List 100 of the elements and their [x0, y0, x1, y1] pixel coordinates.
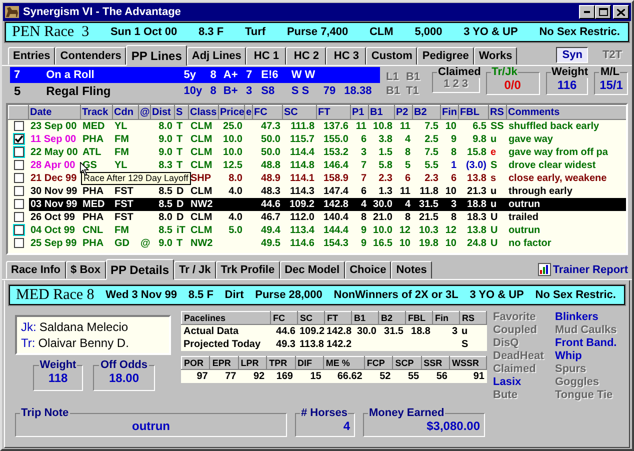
post-number: 5 — [13, 84, 22, 98]
row-checkbox[interactable] — [14, 186, 24, 196]
horse-row[interactable]: 5 Regal Fling 10y 8 B+ 3 S8 S S 79 18.38 — [10, 83, 380, 99]
tab[interactable]: Choice — [344, 261, 392, 279]
column-header[interactable]: B1 — [368, 106, 394, 120]
table-cell: 21 Dec 99 — [30, 173, 77, 184]
column-header[interactable]: @ — [138, 106, 150, 120]
table-cell: 6 — [360, 186, 366, 197]
race-info: CLM — [369, 26, 394, 38]
table-cell: 4 — [360, 199, 366, 210]
table-cell: U — [490, 225, 498, 236]
table-cell: 113.4 — [290, 225, 314, 236]
table-cell: 10 — [445, 186, 456, 197]
table-cell: T — [176, 147, 183, 158]
table-cell: MED — [82, 199, 105, 210]
tab[interactable]: Contenders — [55, 47, 126, 65]
column-header[interactable]: Comments — [506, 106, 626, 120]
row-checkbox[interactable] — [14, 199, 24, 210]
trainer-report-link[interactable]: Trainer Report — [538, 263, 628, 276]
table-cell: PHA — [82, 134, 104, 145]
table-cell: 8.5 — [158, 199, 172, 210]
table-cell: 11.8 — [420, 186, 438, 197]
table-cell: outrun — [508, 199, 540, 210]
horse-row[interactable]: 7 On a Roll 5y 8 A+ 7 E!6 W W — [10, 67, 380, 83]
column-header: RS — [460, 312, 486, 324]
row-checkbox[interactable] — [14, 212, 24, 222]
race-info: Sun 1 Oct 00 — [110, 26, 178, 38]
table-cell: iT — [176, 225, 186, 236]
table-cell: Actual Data — [184, 326, 239, 337]
column-header[interactable]: S — [174, 106, 188, 120]
maximize-button[interactable] — [595, 5, 611, 19]
column-header[interactable]: FC — [252, 106, 282, 120]
table-cell: T — [176, 121, 183, 132]
column-header[interactable]: Class — [188, 106, 218, 120]
tab[interactable]: HC 2 — [286, 47, 326, 65]
row-checkbox[interactable] — [14, 238, 24, 248]
column-header[interactable]: B2 — [412, 106, 440, 120]
column-header[interactable]: FT — [316, 106, 350, 120]
race-info: Purse 7,400 — [286, 26, 348, 38]
column-header[interactable]: P2 — [394, 106, 412, 120]
close-button[interactable] — [613, 5, 629, 19]
column-header[interactable]: Track — [80, 106, 112, 120]
table-cell: 18.8 — [467, 199, 486, 210]
tab[interactable]: Dec Model — [280, 261, 345, 279]
column-header[interactable]: RS — [488, 106, 506, 120]
table-cell: 10 — [399, 238, 410, 249]
tab[interactable]: Tr / Jk — [174, 261, 216, 279]
column-header[interactable]: P1 — [350, 106, 368, 120]
tab[interactable]: PP Details — [106, 259, 174, 280]
table-cell: 49.5 — [261, 238, 280, 249]
row-checkbox[interactable] — [14, 160, 24, 170]
table-cell: 48.8 — [261, 160, 280, 171]
table-cell: 4 — [404, 134, 410, 145]
weight-value: 116 — [557, 78, 577, 92]
tab[interactable]: Trk Profile — [216, 261, 280, 279]
bar-chart-icon — [538, 263, 551, 276]
toggle-button[interactable]: Syn — [556, 47, 588, 63]
table-cell: 146.4 — [323, 160, 348, 171]
post-number: 7 — [13, 69, 22, 81]
tab[interactable]: Pedigree — [417, 47, 474, 65]
flag-label: DeadHeat — [493, 350, 545, 363]
table-cell: 169 — [276, 371, 293, 382]
column-header[interactable]: Cdn — [112, 106, 138, 120]
tab[interactable]: Notes — [391, 261, 432, 279]
column-header[interactable]: SC — [282, 106, 316, 120]
table-cell: 11 — [356, 121, 366, 132]
tab[interactable]: Works — [474, 47, 518, 65]
column-header: FBL — [406, 312, 432, 324]
table-cell: 114.1 — [290, 173, 314, 184]
row-checkbox[interactable] — [14, 121, 24, 132]
tab[interactable]: HC 3 — [326, 47, 366, 65]
table-cell: 21.0 — [373, 212, 392, 223]
table-cell: 3 — [450, 199, 456, 210]
table-cell: D — [176, 186, 184, 197]
tab[interactable]: HC 1 — [246, 47, 286, 65]
table-cell: 8.5 — [158, 186, 172, 197]
column-header[interactable]: Date — [28, 106, 80, 120]
minimize-button[interactable] — [579, 5, 595, 19]
tab[interactable]: Custom — [366, 47, 418, 65]
tab[interactable]: PP Lines — [126, 45, 187, 66]
column-header: WSSR — [450, 356, 486, 370]
table-cell: 3 — [452, 326, 458, 337]
race-info: 5,000 — [414, 26, 442, 38]
table-cell: 24.8 — [467, 238, 486, 249]
horse-stat: 10y — [184, 85, 204, 97]
table-cell: 109.2 — [289, 199, 314, 210]
column-header[interactable]: Dist — [150, 106, 174, 120]
tab[interactable]: $ Box — [66, 261, 106, 279]
tab[interactable]: Entries — [8, 47, 56, 65]
table-cell: 4.0 — [228, 186, 242, 197]
tab[interactable]: Adj Lines — [186, 47, 246, 65]
table-cell: CLM — [190, 147, 212, 158]
table-cell: U — [490, 212, 498, 223]
tab[interactable]: Race Info — [6, 261, 66, 279]
row-checkbox[interactable] — [14, 173, 24, 184]
trip-note-value: outrun — [132, 419, 170, 434]
column-header[interactable]: Fin — [440, 106, 458, 120]
table-cell: 03 Nov 99 — [30, 199, 78, 210]
column-header: ME % — [323, 356, 364, 370]
column-header[interactable]: FBL — [458, 106, 488, 120]
